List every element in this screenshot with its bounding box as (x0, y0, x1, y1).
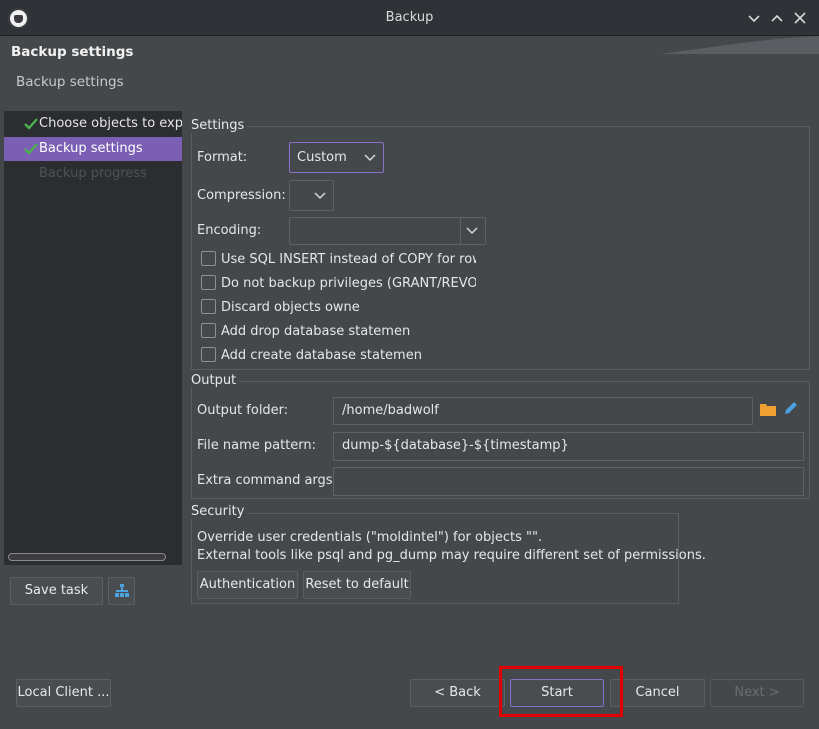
close-icon (794, 12, 806, 24)
format-select-value: Custom (297, 150, 347, 165)
maximize-button[interactable] (767, 8, 787, 28)
extra-args-label: Extra command args: (197, 473, 337, 488)
close-button[interactable] (790, 8, 810, 28)
file-name-pattern-label: File name pattern: (197, 438, 317, 453)
add-drop-db-label: Add drop database statemen (221, 324, 411, 339)
nav-horizontal-scrollbar[interactable] (8, 553, 166, 561)
no-privileges-label: Do not backup privileges (GRANT/REVOKE (221, 276, 476, 291)
chevron-down-icon (314, 192, 326, 200)
header-decoration (660, 36, 819, 54)
local-client-button[interactable]: Local Client ... (16, 679, 111, 707)
discard-owner-label: Discard objects owne (221, 300, 360, 315)
settings-group-title: Settings (191, 118, 248, 133)
chevron-down-icon (748, 15, 760, 23)
nav-item-label: Backup settings (39, 141, 143, 156)
nav-item-backup-settings[interactable]: Backup settings (4, 137, 182, 161)
chevron-up-icon (771, 14, 783, 22)
compression-label: Compression: (197, 188, 286, 203)
window-title: Backup (385, 10, 434, 25)
no-privileges-checkbox[interactable] (201, 275, 216, 290)
page-subtitle: Backup settings (16, 74, 124, 90)
page-title: Backup settings (11, 44, 134, 60)
security-group-title: Security (191, 504, 248, 519)
authentication-button[interactable]: Authentication (197, 571, 298, 599)
start-highlight-box (499, 666, 623, 717)
check-icon (24, 143, 38, 155)
add-create-db-label: Add create database statemen (221, 348, 422, 363)
discard-owner-checkbox[interactable] (201, 299, 216, 314)
output-folder-input[interactable]: /home/badwolf (333, 397, 753, 425)
compression-select[interactable] (289, 180, 334, 211)
back-button[interactable]: < Back (410, 679, 505, 707)
add-drop-db-checkbox[interactable] (201, 323, 216, 338)
nav-item-backup-progress: Backup progress (4, 162, 182, 186)
cancel-button[interactable]: Cancel (610, 679, 705, 707)
schedule-task-button[interactable] (108, 577, 135, 605)
folder-icon[interactable] (760, 402, 776, 416)
security-permissions-text: External tools like psql and pg_dump may… (197, 548, 706, 563)
format-label: Format: (197, 150, 248, 165)
nav-item-label: Backup progress (39, 166, 147, 181)
file-name-pattern-input[interactable]: dump-${database}-${timestamp} (333, 432, 804, 461)
nav-item-label: Choose objects to expo (39, 116, 182, 131)
task-tree-icon (114, 584, 129, 597)
reset-to-default-button[interactable]: Reset to default (303, 571, 411, 599)
nav-item-choose-objects[interactable]: Choose objects to expo (4, 112, 182, 136)
extra-args-input[interactable] (333, 467, 804, 496)
save-task-button[interactable]: Save task (10, 577, 103, 605)
encoding-select[interactable] (289, 217, 486, 245)
minimize-button[interactable] (744, 8, 764, 28)
encoding-label: Encoding: (197, 223, 262, 238)
pencil-icon[interactable] (783, 401, 798, 416)
output-group-title: Output (191, 373, 240, 388)
add-create-db-checkbox[interactable] (201, 347, 216, 362)
check-icon (24, 118, 38, 130)
security-credentials-text: Override user credentials ("moldintel") … (197, 530, 543, 545)
next-button: Next > (710, 679, 804, 707)
sql-insert-checkbox[interactable] (201, 251, 216, 266)
sql-insert-label: Use SQL INSERT instead of COPY for row (221, 252, 476, 267)
chevron-down-icon (466, 227, 478, 235)
output-folder-label: Output folder: (197, 403, 289, 418)
chevron-down-icon (364, 154, 376, 162)
format-select[interactable]: Custom (289, 142, 384, 173)
